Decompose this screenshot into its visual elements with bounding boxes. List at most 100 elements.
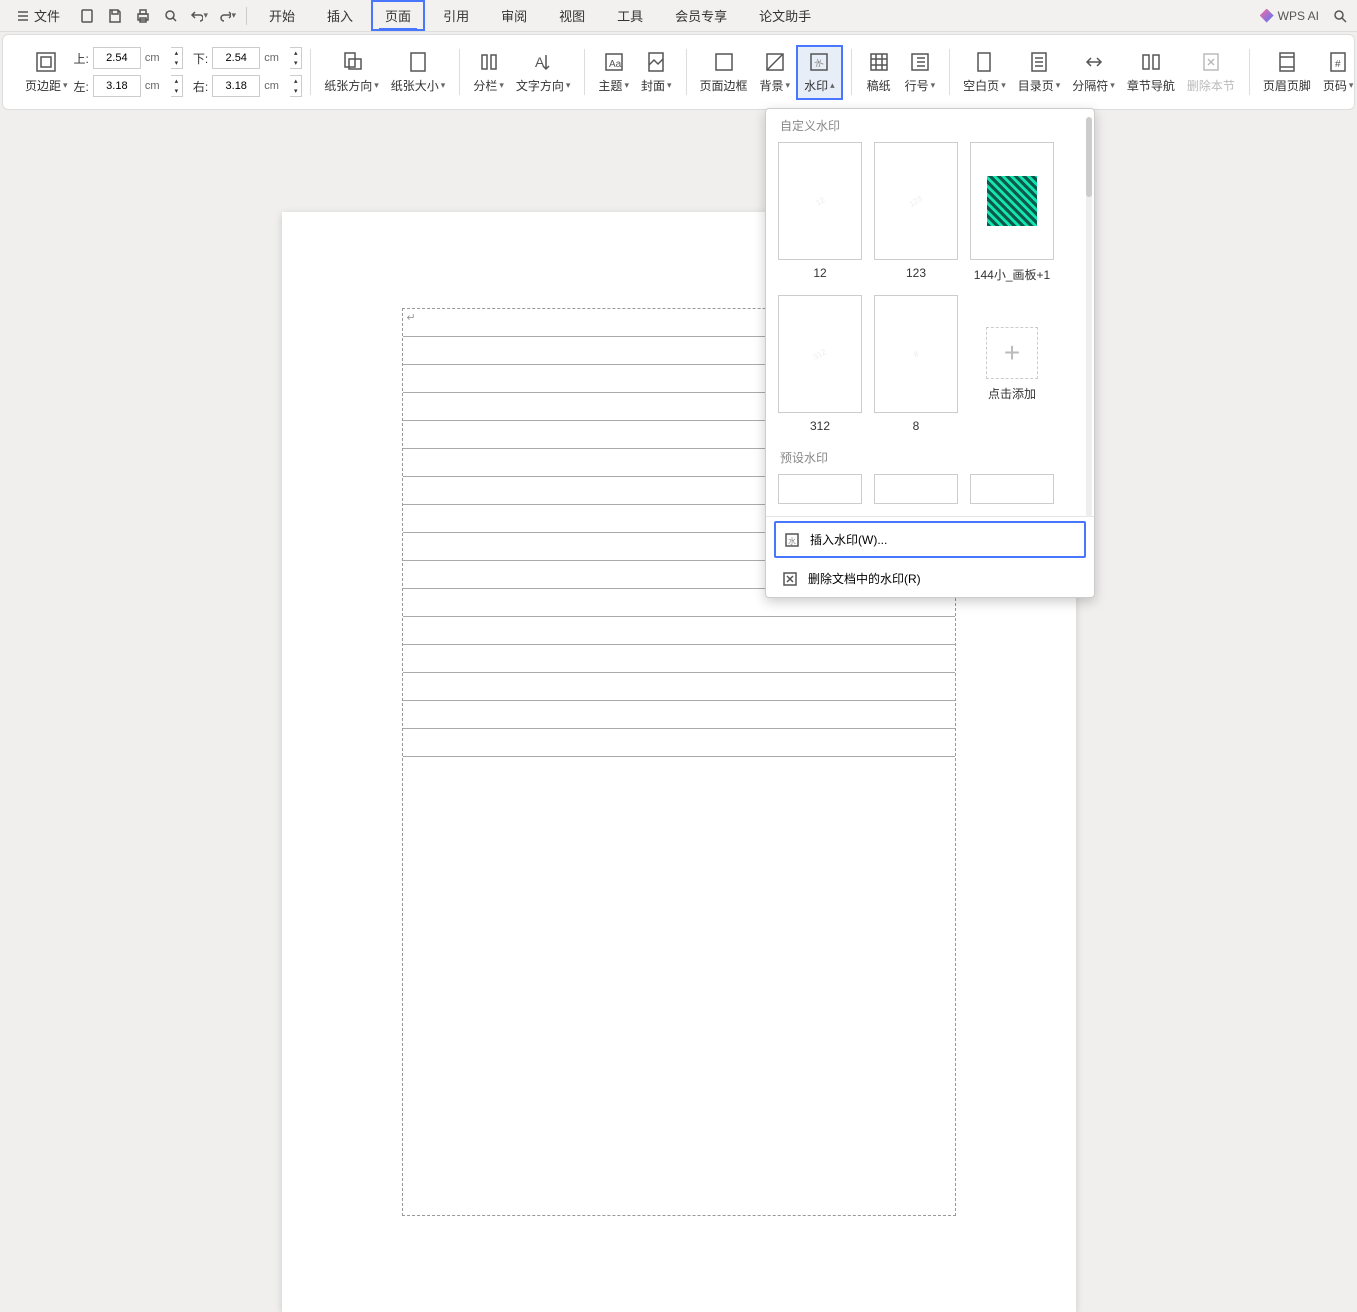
ribbon: 页边距▾ 上: cm ▴▾ 下: cm ▴▾ 左: cm ▴▾ 右:: [2, 34, 1355, 110]
ai-logo-icon: [1260, 9, 1274, 23]
search-icon[interactable]: [1331, 7, 1349, 25]
margin-top-input[interactable]: [93, 47, 141, 69]
preset-watermark-row: [766, 470, 1094, 512]
svg-text:水: 水: [813, 55, 825, 68]
columns-button[interactable]: 分栏▾: [467, 47, 510, 98]
menu-bar: 文件 ▾ ▾ 开始 插入 页面 引用 审阅 视图 工具 会员专享 论文助手 WP…: [0, 0, 1357, 32]
wps-ai-label: WPS AI: [1278, 9, 1319, 23]
manuscript-icon: [868, 51, 890, 73]
delete-section-button: 删除本节: [1181, 47, 1241, 98]
margin-left-row: 左: cm ▴▾: [74, 75, 183, 97]
toc-page-button[interactable]: 目录页▾: [1012, 47, 1067, 98]
margin-right-spinner[interactable]: ▴▾: [290, 75, 302, 97]
page-border-icon: [713, 51, 735, 73]
margin-right-unit: cm: [264, 80, 286, 92]
file-menu[interactable]: 文件: [8, 2, 68, 29]
header-footer-icon: [1276, 51, 1298, 73]
margin-left-spinner[interactable]: ▴▾: [171, 75, 183, 97]
redo-icon[interactable]: ▾: [218, 7, 236, 25]
new-doc-icon[interactable]: [78, 7, 96, 25]
blank-page-icon: [973, 51, 995, 73]
undo-icon[interactable]: ▾: [190, 7, 208, 25]
margins-button[interactable]: 页边距▾: [19, 47, 74, 98]
blank-page-button[interactable]: 空白页▾: [957, 47, 1012, 98]
watermark-item-144[interactable]: 144小_画板+1: [970, 142, 1054, 283]
paper-size-button[interactable]: 纸张大小▾: [385, 47, 452, 98]
margin-bottom-spinner[interactable]: ▴▾: [290, 47, 302, 69]
tab-page[interactable]: 页面: [371, 0, 425, 31]
ribbon-tabs: 开始 插入 页面 引用 审阅 视图 工具 会员专享 论文助手: [255, 0, 825, 31]
preset-thumb-3[interactable]: [970, 474, 1054, 504]
svg-text:水: 水: [788, 536, 796, 546]
preset-thumb-1[interactable]: [778, 474, 862, 504]
line-numbers-button[interactable]: 行号▾: [899, 47, 942, 98]
watermark-dropdown: 自定义水印 12 12 123 123 144小_画板+1 312 312 8 …: [765, 108, 1095, 598]
margin-left-input[interactable]: [93, 75, 141, 97]
watermark-item-12[interactable]: 12 12: [778, 142, 862, 283]
background-button[interactable]: 背景▾: [754, 47, 797, 98]
group-margins: 页边距▾ 上: cm ▴▾ 下: cm ▴▾ 左: cm ▴▾ 右:: [11, 39, 310, 105]
tab-tools[interactable]: 工具: [603, 0, 657, 31]
watermark-item-123[interactable]: 123 123: [874, 142, 958, 283]
margin-left-label: 左:: [74, 78, 89, 95]
delete-watermark-option[interactable]: 删除文档中的水印(R): [766, 560, 1094, 597]
tab-member[interactable]: 会员专享: [661, 0, 741, 31]
theme-icon: Aa: [603, 51, 625, 73]
insert-watermark-option[interactable]: 水 插入水印(W)...: [774, 521, 1086, 558]
columns-icon: [478, 51, 500, 73]
insert-watermark-icon: 水: [784, 532, 800, 548]
tab-view[interactable]: 视图: [545, 0, 599, 31]
paper-size-icon: [407, 51, 429, 73]
text-direction-button[interactable]: A 文字方向▾: [510, 47, 577, 98]
hamburger-icon: [16, 9, 30, 23]
watermark-item-8[interactable]: 8 8: [874, 295, 958, 433]
margins-label: 页边距: [25, 77, 61, 94]
margins-icon: [35, 51, 57, 73]
margin-bottom-label: 下:: [193, 50, 208, 67]
panel-scrollbar[interactable]: [1086, 117, 1092, 517]
separator-button[interactable]: 分隔符▾: [1066, 47, 1121, 98]
watermark-item-312[interactable]: 312 312: [778, 295, 862, 433]
page-number-icon: #: [1327, 51, 1349, 73]
orientation-button[interactable]: 纸张方向▾: [318, 47, 385, 98]
margin-right-input[interactable]: [212, 75, 260, 97]
page-number-button[interactable]: # 页码▾: [1317, 47, 1357, 98]
tab-reference[interactable]: 引用: [429, 0, 483, 31]
margin-top-spinner[interactable]: ▴▾: [171, 47, 183, 69]
cover-button[interactable]: 封面▾: [635, 47, 678, 98]
svg-text:#: #: [1335, 59, 1341, 70]
tab-review[interactable]: 审阅: [487, 0, 541, 31]
print-preview-icon[interactable]: [162, 7, 180, 25]
page-border-button[interactable]: 页面边框: [694, 47, 754, 98]
margin-left-unit: cm: [145, 80, 167, 92]
chapter-nav-button[interactable]: 章节导航: [1121, 47, 1181, 98]
svg-text:Aa: Aa: [609, 59, 622, 70]
preset-thumb-2[interactable]: [874, 474, 958, 504]
cover-icon: [645, 51, 667, 73]
document-area: ↵: [0, 112, 1357, 685]
custom-watermark-grid: 12 12 123 123 144小_画板+1 312 312 8 8 + 点击…: [766, 138, 1094, 441]
margin-bottom-input[interactable]: [212, 47, 260, 69]
wps-ai-button[interactable]: WPS AI: [1260, 9, 1319, 23]
margin-bottom-unit: cm: [264, 52, 286, 64]
preset-watermark-title: 预设水印: [766, 441, 1094, 470]
theme-button[interactable]: Aa 主题▾: [592, 47, 635, 98]
manuscript-button[interactable]: 稿纸: [859, 47, 899, 98]
text-direction-icon: A: [532, 51, 554, 73]
chapter-nav-icon: [1140, 51, 1162, 73]
orientation-icon: [341, 51, 363, 73]
margin-right-label: 右:: [193, 78, 208, 95]
line-numbers-icon: [909, 51, 931, 73]
toc-icon: [1028, 51, 1050, 73]
tab-thesis[interactable]: 论文助手: [745, 0, 825, 31]
margin-top-label: 上:: [74, 50, 89, 67]
watermark-add-button[interactable]: + 点击添加: [970, 295, 1054, 433]
save-icon[interactable]: [106, 7, 124, 25]
background-icon: [764, 51, 786, 73]
watermark-button[interactable]: 水 水印▴: [796, 45, 843, 100]
tab-insert[interactable]: 插入: [313, 0, 367, 31]
header-footer-button[interactable]: 页眉页脚: [1257, 47, 1317, 98]
file-label: 文件: [34, 6, 60, 25]
tab-start[interactable]: 开始: [255, 0, 309, 31]
print-icon[interactable]: [134, 7, 152, 25]
